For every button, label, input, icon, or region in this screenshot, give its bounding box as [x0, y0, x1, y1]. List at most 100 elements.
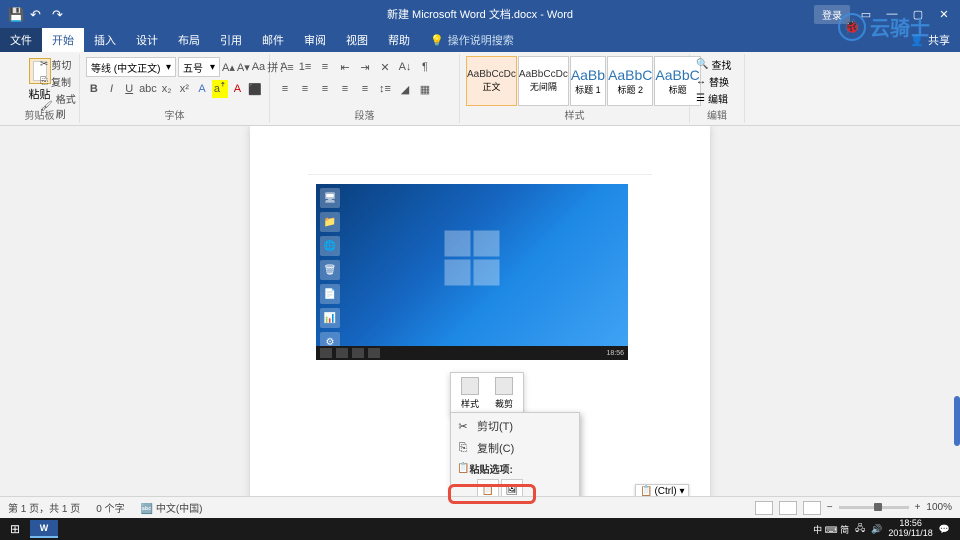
shrink-font-icon[interactable]: A▾: [237, 58, 250, 76]
mini-toolbar: 样式 裁剪: [450, 372, 524, 415]
status-page[interactable]: 第 1 页，共 1 页: [8, 500, 80, 515]
underline-icon[interactable]: U: [121, 80, 137, 98]
sort-icon[interactable]: A↓: [396, 58, 414, 76]
superscript-icon[interactable]: x²: [177, 80, 193, 98]
start-button[interactable]: ⊞: [4, 520, 26, 538]
redo-icon[interactable]: ↷: [52, 7, 66, 21]
tab-file[interactable]: 文件: [0, 28, 42, 52]
grow-font-icon[interactable]: A▴: [222, 58, 235, 76]
mini-style-button[interactable]: 样式: [453, 375, 487, 412]
copy-button[interactable]: ⎘ 复制: [40, 73, 79, 90]
align-right-icon[interactable]: ≡: [316, 80, 334, 98]
tab-insert[interactable]: 插入: [84, 28, 126, 52]
borders-icon[interactable]: ▦: [416, 80, 434, 98]
windows-taskbar: ⊞ W 中 ⌨ 简 🖧 🔊 18:562019/11/18 💬: [0, 518, 960, 540]
cut-icon: ✂: [456, 419, 470, 433]
align-left-icon[interactable]: ≡: [276, 80, 294, 98]
justify-icon[interactable]: ≡: [336, 80, 354, 98]
desktop-icon: 📁: [320, 212, 340, 232]
tray-volume-icon[interactable]: 🔊: [871, 524, 882, 535]
copy-icon: ⎘: [456, 441, 470, 455]
status-words[interactable]: 0 个字: [96, 500, 124, 515]
bullets-icon[interactable]: ⋮≡: [276, 58, 294, 76]
tab-references[interactable]: 引用: [210, 28, 252, 52]
line-spacing-icon[interactable]: ↕≡: [376, 80, 394, 98]
tab-layout[interactable]: 布局: [168, 28, 210, 52]
zoom-out-icon[interactable]: −: [827, 502, 833, 513]
group-styles: AaBbCcDc正文 AaBbCcDc无间隔 AaBb标题 1 AaBbC标题 …: [460, 54, 690, 123]
bold-icon[interactable]: B: [86, 80, 102, 98]
tray-clock[interactable]: 18:562019/11/18: [888, 519, 932, 539]
tab-review[interactable]: 审阅: [294, 28, 336, 52]
font-size-combo[interactable]: 五号▾: [178, 57, 220, 77]
tab-home[interactable]: 开始: [42, 28, 84, 52]
shading-icon[interactable]: ◢: [396, 80, 414, 98]
embedded-taskbar: 18:56: [316, 346, 628, 360]
style-nospacing[interactable]: AaBbCcDc无间隔: [518, 56, 569, 106]
status-bar: 第 1 页，共 1 页 0 个字 🔤 中文(中国) − + 100%: [0, 496, 960, 518]
subscript-icon[interactable]: x₂: [159, 80, 175, 98]
tab-view[interactable]: 视图: [336, 28, 378, 52]
tray-ime[interactable]: 中 ⌨ 简: [813, 523, 849, 536]
asian-layout-icon[interactable]: ✕: [376, 58, 394, 76]
group-label: 编辑: [690, 107, 744, 122]
desktop-icon: 🌐: [320, 236, 340, 256]
ctx-cut[interactable]: ✂剪切(T): [451, 415, 579, 437]
highlight-icon[interactable]: aꜛ: [212, 80, 228, 98]
italic-icon[interactable]: I: [104, 80, 120, 98]
numbering-icon[interactable]: 1≡: [296, 58, 314, 76]
group-font: 等线 (中文正文)▾ 五号▾ A▴ A▾ Aa 拼 A B I U abc x₂…: [80, 54, 270, 123]
zoom-slider[interactable]: [839, 506, 909, 509]
style-heading1[interactable]: AaBb标题 1: [570, 56, 606, 106]
view-web-icon[interactable]: [803, 501, 821, 515]
quick-access-toolbar: 💾 ↶ ↷: [0, 7, 74, 21]
change-case-icon[interactable]: Aa: [252, 58, 265, 76]
tab-mailings[interactable]: 邮件: [252, 28, 294, 52]
group-label: 段落: [270, 107, 459, 122]
font-name-combo[interactable]: 等线 (中文正文)▾: [86, 57, 176, 77]
replace-button[interactable]: ↔ 替换: [696, 73, 738, 90]
font-color-icon[interactable]: A: [230, 80, 246, 98]
zoom-in-icon[interactable]: +: [915, 502, 921, 513]
decrease-indent-icon[interactable]: ⇤: [336, 58, 354, 76]
char-shading-icon[interactable]: ⬛: [247, 80, 263, 98]
undo-icon[interactable]: ↶: [30, 7, 44, 21]
align-center-icon[interactable]: ≡: [296, 80, 314, 98]
show-marks-icon[interactable]: ¶: [416, 58, 434, 76]
select-button[interactable]: ☰ 编辑: [696, 90, 738, 107]
desktop-icon: 📊: [320, 308, 340, 328]
multilevel-icon[interactable]: ≡: [316, 58, 334, 76]
strikethrough-icon[interactable]: abc: [139, 80, 157, 98]
ribbon: 粘贴 ✂ 剪切 ⎘ 复制 🖌 格式刷 剪贴板 等线 (中文正文)▾ 五号▾ A▴…: [0, 52, 960, 126]
ctx-copy[interactable]: ⎘复制(C): [451, 437, 579, 459]
view-print-icon[interactable]: [779, 501, 797, 515]
tab-design[interactable]: 设计: [126, 28, 168, 52]
style-heading2[interactable]: AaBbC标题 2: [607, 56, 653, 106]
desktop-icon: 📄: [320, 284, 340, 304]
close-icon[interactable]: ✕: [934, 8, 954, 21]
tell-me-search[interactable]: 💡 操作说明搜索: [430, 32, 514, 48]
desktop-icon: 🖥: [320, 188, 340, 208]
cut-button[interactable]: ✂ 剪切: [40, 56, 79, 73]
tab-help[interactable]: 帮助: [378, 28, 420, 52]
tray-network-icon[interactable]: 🖧: [855, 521, 865, 537]
find-button[interactable]: 🔍 查找: [696, 56, 738, 73]
desktop-icon: 🗑: [320, 260, 340, 280]
zoom-level[interactable]: 100%: [926, 502, 952, 513]
document-area[interactable]: 🖥 📁 🌐 🗑 📄 📊 ⚙ 18:56 📋 (Ctrl) ▾ 样式 裁剪 ✂剪切…: [0, 126, 960, 516]
status-language[interactable]: 🔤 中文(中国): [141, 500, 203, 515]
tray-notifications-icon[interactable]: 💬: [939, 524, 950, 535]
view-read-icon[interactable]: [755, 501, 773, 515]
increase-indent-icon[interactable]: ⇥: [356, 58, 374, 76]
group-editing: 🔍 查找 ↔ 替换 ☰ 编辑 编辑: [690, 54, 745, 123]
style-normal[interactable]: AaBbCcDc正文: [466, 56, 517, 106]
distributed-icon[interactable]: ≡: [356, 80, 374, 98]
scrollbar-thumb[interactable]: [954, 396, 960, 446]
document-title: 新建 Microsoft Word 文档.docx - Word: [387, 6, 573, 22]
mini-crop-button[interactable]: 裁剪: [487, 375, 521, 412]
text-effects-icon[interactable]: A: [194, 80, 210, 98]
save-icon[interactable]: 💾: [8, 7, 22, 21]
task-word-icon[interactable]: W: [30, 520, 58, 538]
embedded-screenshot[interactable]: 🖥 📁 🌐 🗑 📄 📊 ⚙ 18:56: [316, 184, 628, 360]
group-label: 字体: [80, 107, 269, 122]
